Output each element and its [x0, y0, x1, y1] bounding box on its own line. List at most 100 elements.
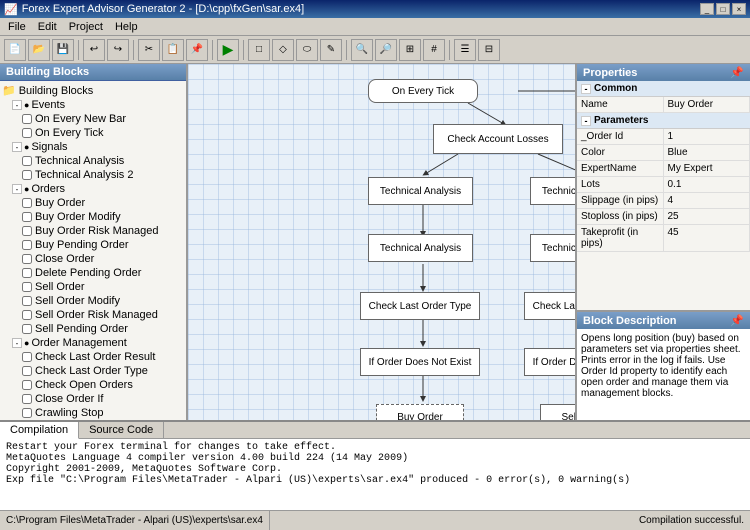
tab-compilation[interactable]: Compilation: [0, 422, 79, 439]
prop-key-lots: Lots: [577, 177, 664, 192]
maximize-button[interactable]: □: [716, 3, 730, 15]
node-btn-4[interactable]: ✎: [320, 39, 342, 61]
close-button[interactable]: ×: [732, 3, 746, 15]
prop-val-expertname[interactable]: My Expert: [664, 161, 750, 176]
node-if-order-1[interactable]: If Order Does Not Exist: [360, 348, 480, 376]
tree-item[interactable]: On Every Tick: [2, 126, 184, 140]
tree-item[interactable]: Close Order: [2, 252, 184, 266]
tree-item[interactable]: Check Last Order Type: [2, 364, 184, 378]
tree-item[interactable]: -●Events: [2, 98, 184, 112]
block-desc-pin-icon[interactable]: 📌: [730, 314, 744, 327]
tree-item[interactable]: Check Open Orders: [2, 378, 184, 392]
tree-item[interactable]: Close Order If: [2, 392, 184, 406]
common-section[interactable]: - Common: [577, 81, 750, 97]
run-button[interactable]: ▶: [217, 39, 239, 61]
tree-item[interactable]: Buy Order Modify: [2, 210, 184, 224]
new-button[interactable]: 📄: [4, 39, 26, 61]
toolbar-separator-2: [133, 40, 134, 60]
prop-val-orderid[interactable]: 1: [664, 129, 750, 144]
node-if-order-2[interactable]: If Order Does Not Exist: [524, 348, 575, 376]
prop-val-lots[interactable]: 0.1: [664, 177, 750, 192]
menu-help[interactable]: Help: [109, 19, 144, 35]
tree-item[interactable]: Delete Pending Order: [2, 266, 184, 280]
tree-item[interactable]: Crawling Stop: [2, 406, 184, 420]
node-tech-analysis-1[interactable]: Technical Analysis: [368, 177, 473, 205]
prop-row-slippage: Slippage (in pips) 4: [577, 193, 750, 209]
output-tabs: Compilation Source Code: [0, 422, 750, 439]
cut-button[interactable]: ✂: [138, 39, 160, 61]
output-line: Copyright 2001-2009, MetaQuotes Software…: [6, 464, 744, 475]
node-sell-order[interactable]: Sell Order: [540, 404, 575, 420]
canvas-area[interactable]: On Every Tick Print Info to Chart Check …: [188, 64, 575, 420]
tree-item[interactable]: Sell Pending Order: [2, 322, 184, 336]
common-expand-icon[interactable]: -: [581, 84, 591, 94]
tree-item[interactable]: 📁Building Blocks: [2, 83, 184, 98]
save-button[interactable]: 💾: [52, 39, 74, 61]
minimize-button[interactable]: _: [700, 3, 714, 15]
tree-item[interactable]: -●Signals: [2, 140, 184, 154]
toolbar-separator-3: [212, 40, 213, 60]
tree-item[interactable]: On Every New Bar: [2, 112, 184, 126]
tab-source-code[interactable]: Source Code: [79, 422, 164, 438]
toolbar: 📄 📂 💾 ↩ ↪ ✂ 📋 📌 ▶ □ ◇ ⬭ ✎ 🔍 🔎 ⊞ # ☰ ⊟: [0, 36, 750, 64]
grid-button[interactable]: #: [423, 39, 445, 61]
parameters-expand-icon[interactable]: -: [581, 116, 591, 126]
tree-item[interactable]: Buy Order Risk Managed: [2, 224, 184, 238]
output-area: Compilation Source Code Restart your For…: [0, 420, 750, 510]
open-button[interactable]: 📂: [28, 39, 50, 61]
tree-item[interactable]: Buy Pending Order: [2, 238, 184, 252]
tree-area[interactable]: 📁Building Blocks-●EventsOn Every New Bar…: [0, 81, 186, 420]
prop-key-orderid: _Order Id: [577, 129, 664, 144]
prop-val-stoploss[interactable]: 25: [664, 209, 750, 224]
paste-button[interactable]: 📌: [186, 39, 208, 61]
fit-button[interactable]: ⊞: [399, 39, 421, 61]
copy-button[interactable]: 📋: [162, 39, 184, 61]
parameters-section[interactable]: - Parameters: [577, 113, 750, 129]
undo-button[interactable]: ↩: [83, 39, 105, 61]
zoom-in-button[interactable]: 🔍: [351, 39, 373, 61]
status-message: Compilation successful.: [270, 511, 750, 530]
prop-val-slippage[interactable]: 4: [664, 193, 750, 208]
output-line: Restart your Forex terminal for changes …: [6, 442, 744, 453]
node-check-last-order-1[interactable]: Check Last Order Type: [360, 292, 480, 320]
tree-item[interactable]: Sell Order: [2, 280, 184, 294]
window-controls[interactable]: _ □ ×: [700, 3, 746, 15]
node-on-every-tick[interactable]: On Every Tick: [368, 79, 478, 103]
prop-val-name[interactable]: Buy Order: [664, 97, 750, 112]
node-btn-3[interactable]: ⬭: [296, 39, 318, 61]
redo-button[interactable]: ↪: [107, 39, 129, 61]
tree-item[interactable]: Technical Analysis: [2, 154, 184, 168]
node-tech-analysis-2[interactable]: Technical Analysis: [530, 177, 575, 205]
align-button[interactable]: ☰: [454, 39, 476, 61]
tree-item[interactable]: Check Last Order Result: [2, 350, 184, 364]
zoom-out-button[interactable]: 🔎: [375, 39, 397, 61]
node-check-account-losses[interactable]: Check Account Losses: [433, 124, 563, 154]
node-tech-analysis-4[interactable]: Technical Analysis: [530, 234, 575, 262]
prop-val-color[interactable]: Blue: [664, 145, 750, 160]
tree-item[interactable]: Sell Order Modify: [2, 294, 184, 308]
output-content: Restart your Forex terminal for changes …: [0, 439, 750, 510]
menu-project[interactable]: Project: [63, 19, 109, 35]
tree-item[interactable]: Sell Order Risk Managed: [2, 308, 184, 322]
node-tech-analysis-3[interactable]: Technical Analysis: [368, 234, 473, 262]
menu-file[interactable]: File: [2, 19, 32, 35]
properties-pin-icon[interactable]: 📌: [730, 66, 744, 79]
node-buy-order[interactable]: Buy Order: [376, 404, 464, 420]
tree-item[interactable]: Technical Analysis 2: [2, 168, 184, 182]
node-check-last-order-2[interactable]: Check Last Order Type: [524, 292, 575, 320]
building-blocks-title: Building Blocks: [0, 64, 186, 81]
prop-row-lots: Lots 0.1: [577, 177, 750, 193]
node-btn-2[interactable]: ◇: [272, 39, 294, 61]
titlebar: 📈 Forex Expert Advisor Generator 2 - [D:…: [0, 0, 750, 18]
app-title: Forex Expert Advisor Generator 2 - [D:\c…: [22, 3, 304, 15]
node-btn-1[interactable]: □: [248, 39, 270, 61]
prop-key-slippage: Slippage (in pips): [577, 193, 664, 208]
distribute-button[interactable]: ⊟: [478, 39, 500, 61]
menu-edit[interactable]: Edit: [32, 19, 63, 35]
statusbar: C:\Program Files\MetaTrader - Alpari (US…: [0, 510, 750, 530]
tree-item[interactable]: -●Orders: [2, 182, 184, 196]
prop-key-expertname: ExpertName: [577, 161, 664, 176]
tree-item[interactable]: Buy Order: [2, 196, 184, 210]
tree-item[interactable]: -●Order Management: [2, 336, 184, 350]
prop-val-takeprofit[interactable]: 45: [664, 225, 750, 251]
